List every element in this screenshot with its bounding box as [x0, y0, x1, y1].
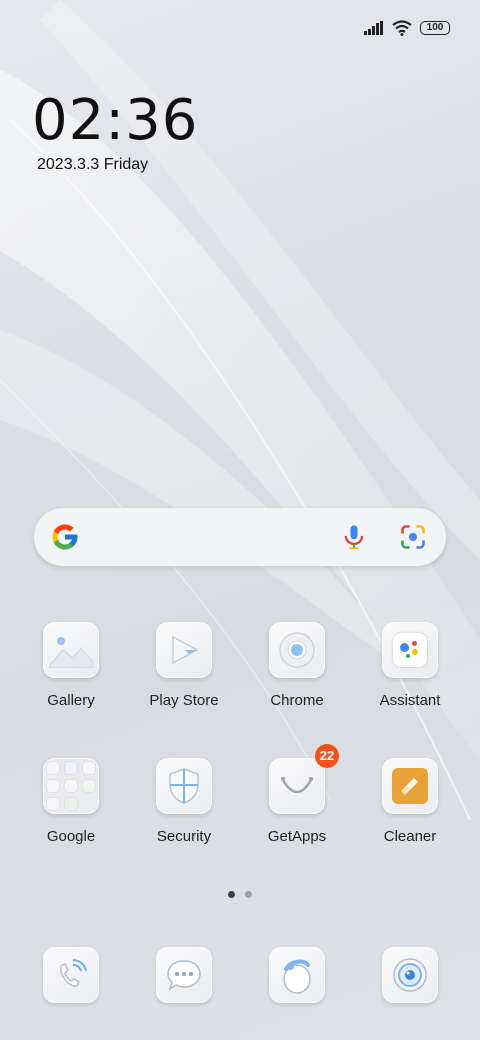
app-cleaner[interactable]: Cleaner [360, 758, 460, 845]
shield-icon [156, 758, 212, 814]
app-security[interactable]: Security [134, 758, 234, 845]
phone-icon [43, 947, 99, 1003]
page-dot [245, 891, 252, 898]
page-dot [228, 891, 235, 898]
app-chrome[interactable]: Chrome [247, 622, 347, 709]
app-label: Chrome [270, 692, 324, 709]
app-play-store[interactable]: Play Store [134, 622, 234, 709]
camera-icon [382, 947, 438, 1003]
app-getapps[interactable]: 22 GetApps [247, 744, 347, 845]
google-search-bar[interactable] [34, 508, 446, 566]
dock-messages[interactable] [134, 947, 234, 1003]
clock-date[interactable]: 2023.3.3 Friday [37, 156, 148, 174]
app-label: Assistant [379, 692, 441, 709]
app-label: GetApps [267, 828, 327, 845]
page-indicator [228, 891, 252, 898]
mic-icon[interactable] [340, 523, 368, 551]
gallery-icon [43, 622, 99, 678]
app-label: Cleaner [383, 828, 437, 845]
dock-phone[interactable] [21, 947, 121, 1003]
clock-time[interactable]: 02:36 [32, 88, 198, 153]
messages-icon [156, 947, 212, 1003]
broom-icon [382, 758, 438, 814]
dock-camera[interactable] [360, 947, 460, 1003]
google-logo-icon [52, 524, 78, 550]
dock-browser[interactable] [247, 947, 347, 1003]
app-assistant[interactable]: Assistant [360, 622, 460, 709]
lens-icon[interactable] [399, 523, 427, 551]
app-label: Google [46, 828, 96, 845]
notification-badge: 22 [315, 744, 339, 768]
play-store-icon [156, 622, 212, 678]
signal-icon [364, 21, 383, 35]
app-label: Play Store [149, 692, 219, 709]
status-bar: 100 [364, 14, 450, 42]
battery-indicator: 100 [420, 21, 450, 35]
folder-icon [43, 758, 99, 814]
app-folder-google[interactable]: Google [21, 758, 121, 845]
app-label: Security [156, 828, 212, 845]
app-label: Gallery [47, 692, 95, 709]
browser-icon [269, 947, 325, 1003]
wifi-icon [392, 20, 412, 36]
chrome-icon [269, 622, 325, 678]
app-gallery[interactable]: Gallery [21, 622, 121, 709]
getapps-icon: 22 [269, 744, 339, 814]
assistant-icon [382, 622, 438, 678]
